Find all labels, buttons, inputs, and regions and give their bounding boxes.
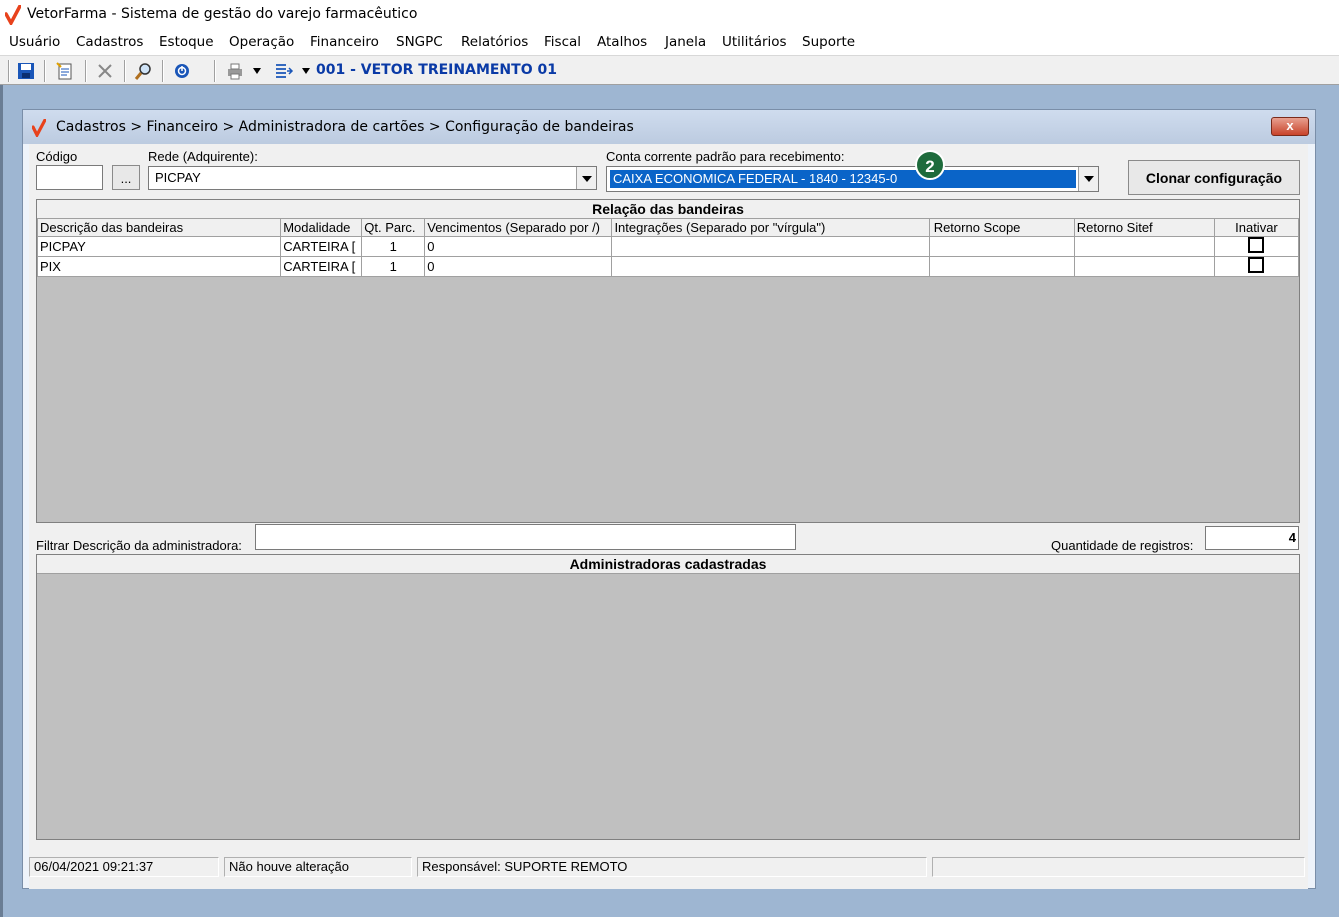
- menu-suporte[interactable]: Suporte: [802, 34, 855, 50]
- rede-value: PICPAY: [155, 170, 201, 185]
- col-vencimentos[interactable]: Vencimentos (Separado por /): [424, 218, 613, 237]
- col-qt-parc[interactable]: Qt. Parc.: [361, 218, 426, 237]
- rede-select[interactable]: PICPAY: [148, 166, 597, 190]
- cell-retorno-sitef[interactable]: [1073, 236, 1215, 257]
- menu-financeiro[interactable]: Financeiro: [310, 34, 379, 50]
- clone-config-button[interactable]: Clonar configuração: [1128, 160, 1300, 195]
- window-client: Código ... Rede (Adquirente): PICPAY Con…: [29, 144, 1308, 889]
- conta-value: CAIXA ECONOMICA FEDERAL - 1840 - 12345-0: [609, 169, 1077, 189]
- menu-cadastros[interactable]: Cadastros: [76, 34, 143, 50]
- menu-bar: Usuário Cadastros Estoque Operação Finan…: [0, 30, 1339, 54]
- bandeiras-title: Relação das bandeiras: [37, 200, 1299, 219]
- store-selector[interactable]: 001 - VETOR TREINAMENTO 01: [316, 62, 557, 78]
- search-icon[interactable]: [134, 61, 154, 81]
- filter-input[interactable]: [255, 524, 796, 550]
- status-responsavel: Responsável: SUPORTE REMOTO: [417, 857, 927, 877]
- new-document-icon[interactable]: [55, 61, 75, 81]
- chevron-down-icon[interactable]: [1078, 167, 1098, 191]
- cell-descricao[interactable]: PIX: [36, 256, 282, 277]
- count-value: 4: [1205, 526, 1299, 550]
- status-extra: [932, 857, 1305, 877]
- cell-inativar[interactable]: [1213, 236, 1300, 257]
- col-inativar[interactable]: Inativar: [1213, 218, 1300, 237]
- export-icon[interactable]: [274, 61, 294, 81]
- cell-integracoes[interactable]: [611, 256, 930, 277]
- close-icon: x: [1286, 118, 1294, 133]
- cell-modalidade[interactable]: CARTEIRA [: [280, 256, 363, 277]
- status-datetime: 06/04/2021 09:21:37: [29, 857, 219, 877]
- cell-retorno-sitef[interactable]: [1073, 256, 1215, 277]
- toolbar: 001 - VETOR TREINAMENTO 01: [0, 55, 1339, 85]
- window-title: Cadastros > Financeiro > Administradora …: [56, 119, 634, 135]
- power-icon[interactable]: [172, 61, 192, 81]
- cell-qt-parc[interactable]: 1: [361, 256, 426, 277]
- filter-label: Filtrar Descrição da administradora:: [36, 538, 242, 553]
- vetor-logo-icon: [32, 119, 46, 137]
- bandeiras-panel: Relação das bandeiras Descrição das band…: [36, 199, 1300, 523]
- col-retorno-scope[interactable]: Retorno Scope: [928, 218, 1075, 237]
- cell-vencimentos[interactable]: 0: [424, 236, 613, 257]
- table-row[interactable]: PICPAY CARTEIRA [ 1 0: [36, 236, 1300, 257]
- print-icon[interactable]: [225, 61, 245, 81]
- cell-inativar[interactable]: [1213, 256, 1300, 277]
- inativar-checkbox[interactable]: [1248, 237, 1265, 253]
- inativar-checkbox[interactable]: [1248, 257, 1265, 273]
- bandeiras-table: Descrição das bandeiras Modalidade Qt. P…: [36, 218, 1300, 277]
- print-dropdown-icon[interactable]: [253, 68, 261, 74]
- count-label: Quantidade de registros:: [1051, 538, 1194, 553]
- app-titlebar: VetorFarma - Sistema de gestão do varejo…: [0, 0, 1339, 30]
- window-titlebar: Cadastros > Financeiro > Administradora …: [23, 110, 1315, 144]
- codigo-lookup-button[interactable]: ...: [112, 165, 140, 190]
- conta-select[interactable]: CAIXA ECONOMICA FEDERAL - 1840 - 12345-0: [606, 166, 1099, 192]
- cell-retorno-scope[interactable]: [928, 236, 1075, 257]
- status-change: Não houve alteração: [224, 857, 412, 877]
- menu-sngpc[interactable]: SNGPC: [396, 34, 443, 50]
- cell-vencimentos[interactable]: 0: [424, 256, 613, 277]
- close-button[interactable]: x: [1271, 117, 1309, 136]
- save-icon[interactable]: [16, 61, 36, 81]
- menu-utilitarios[interactable]: Utilitários: [722, 34, 787, 50]
- cell-modalidade[interactable]: CARTEIRA [: [280, 236, 363, 257]
- conta-label: Conta corrente padrão para recebimento:: [606, 149, 845, 164]
- menu-operacao[interactable]: Operação: [229, 34, 294, 50]
- codigo-label: Código: [36, 149, 78, 164]
- step-badge: 2: [915, 150, 945, 180]
- chevron-down-icon[interactable]: [576, 167, 596, 189]
- col-modalidade[interactable]: Modalidade: [280, 218, 363, 237]
- administradoras-panel: Administradoras cadastradas: [36, 554, 1300, 840]
- cell-integracoes[interactable]: [611, 236, 930, 257]
- col-descricao[interactable]: Descrição das bandeiras: [36, 218, 282, 237]
- codigo-input[interactable]: [36, 165, 103, 190]
- table-row[interactable]: PIX CARTEIRA [ 1 0: [36, 256, 1300, 277]
- cell-retorno-scope[interactable]: [928, 256, 1075, 277]
- menu-fiscal[interactable]: Fiscal: [544, 34, 581, 50]
- menu-estoque[interactable]: Estoque: [159, 34, 214, 50]
- cell-descricao[interactable]: PICPAY: [36, 236, 282, 257]
- table-header-row: Descrição das bandeiras Modalidade Qt. P…: [36, 218, 1300, 237]
- app-title: VetorFarma - Sistema de gestão do varejo…: [27, 6, 418, 22]
- menu-atalhos[interactable]: Atalhos: [597, 34, 647, 50]
- export-dropdown-icon[interactable]: [302, 68, 310, 74]
- vetor-logo-icon: [5, 5, 21, 25]
- rede-label: Rede (Adquirente):: [148, 149, 258, 164]
- delete-icon[interactable]: [95, 61, 115, 81]
- col-integracoes[interactable]: Integrações (Separado por "vírgula"): [611, 218, 930, 237]
- config-bandeiras-window: Cadastros > Financeiro > Administradora …: [22, 109, 1316, 889]
- menu-janela[interactable]: Janela: [665, 34, 706, 50]
- cell-qt-parc[interactable]: 1: [361, 236, 426, 257]
- menu-usuario[interactable]: Usuário: [9, 34, 60, 50]
- administradoras-title: Administradoras cadastradas: [37, 555, 1299, 574]
- col-retorno-sitef[interactable]: Retorno Sitef: [1073, 218, 1215, 237]
- menu-relatorios[interactable]: Relatórios: [461, 34, 528, 50]
